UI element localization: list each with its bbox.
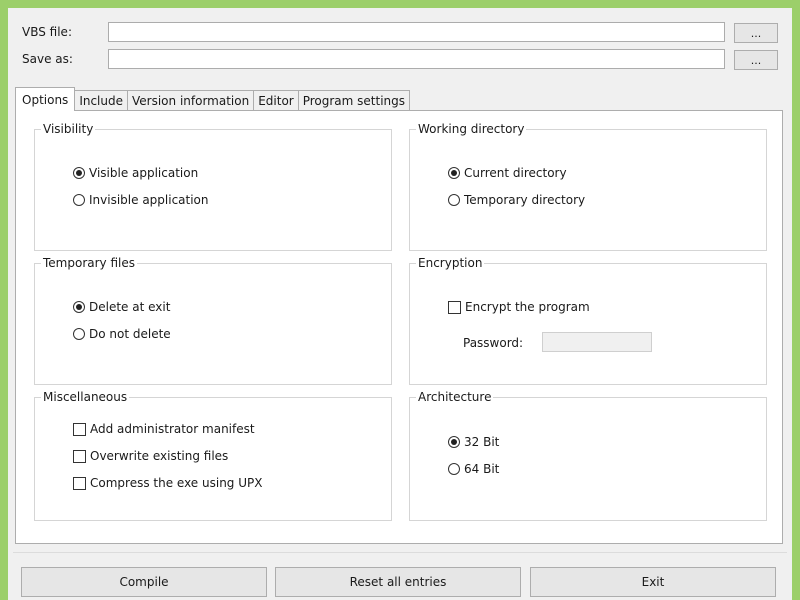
temporary-files-title: Temporary files [41,256,137,270]
radio-unselected-icon [73,328,85,340]
temporary-directory-label: Temporary directory [464,193,586,207]
temporary-files-group: Temporary files Delete at exit Do not de… [34,256,392,385]
architecture-group: Architecture 32 Bit 64 Bit [409,390,767,521]
current-directory-radio[interactable]: Current directory [448,166,567,180]
tab-editor[interactable]: Editor [253,90,299,110]
32-bit-radio[interactable]: 32 Bit [448,435,499,449]
save-as-row: Save as: [22,48,108,70]
vbs-file-label: VBS file: [22,25,72,39]
tab-program-settings[interactable]: Program settings [297,90,411,110]
overwrite-files-checkbox[interactable]: Overwrite existing files [73,449,228,463]
options-panel: Visibility Visible application Invisible… [15,110,783,544]
save-as-label: Save as: [22,52,73,66]
tab-options[interactable]: Options [15,87,76,111]
encryption-group: Encryption Encrypt the program Password: [409,256,767,385]
vbs-file-input[interactable] [108,22,725,42]
checkbox-unchecked-icon [73,476,86,490]
do-not-delete-label: Do not delete [89,327,171,341]
temporary-directory-radio[interactable]: Temporary directory [448,193,585,207]
visible-application-radio[interactable]: Visible application [73,166,198,180]
working-directory-title: Working directory [416,122,527,136]
main-window: VBS file: ... Save as: ... Options Inclu… [8,8,792,600]
encryption-title: Encryption [416,256,485,270]
save-as-browse-button[interactable]: ... [734,50,778,70]
exit-button[interactable]: Exit [530,567,776,597]
visibility-title: Visibility [41,122,96,136]
radio-unselected-icon [448,194,460,206]
encrypt-program-label: Encrypt the program [465,300,590,314]
do-not-delete-radio[interactable]: Do not delete [73,327,171,341]
radio-selected-icon [73,167,85,179]
tab-bar: Options Include Version information Edit… [15,87,411,111]
encrypt-program-checkbox[interactable]: Encrypt the program [448,300,590,314]
current-directory-label: Current directory [464,166,567,180]
vbs-browse-button[interactable]: ... [734,23,778,43]
invisible-application-label: Invisible application [89,193,209,207]
overwrite-files-label: Overwrite existing files [90,449,229,463]
vbs-file-row: VBS file: [22,21,108,43]
64-bit-radio[interactable]: 64 Bit [448,462,499,476]
delete-at-exit-radio[interactable]: Delete at exit [73,300,170,314]
working-directory-group: Working directory Current directory Temp… [409,122,767,251]
admin-manifest-checkbox[interactable]: Add administrator manifest [73,422,255,436]
radio-unselected-icon [73,194,85,206]
radio-selected-icon [448,436,460,448]
reset-all-button[interactable]: Reset all entries [275,567,521,597]
checkbox-unchecked-icon [448,300,461,314]
radio-selected-icon [73,301,85,313]
checkbox-unchecked-icon [73,422,86,436]
tab-include[interactable]: Include [74,90,128,110]
32-bit-label: 32 Bit [464,435,500,449]
tab-version-information[interactable]: Version information [127,90,255,110]
radio-unselected-icon [448,463,460,475]
invisible-application-radio[interactable]: Invisible application [73,193,209,207]
compress-upx-label: Compress the exe using UPX [90,476,263,490]
compile-button[interactable]: Compile [21,567,267,597]
visible-application-label: Visible application [89,166,199,180]
architecture-title: Architecture [416,390,494,404]
radio-selected-icon [448,167,460,179]
miscellaneous-group: Miscellaneous Add administrator manifest… [34,390,392,521]
visibility-group: Visibility Visible application Invisible… [34,122,392,251]
password-label: Password: [463,336,524,350]
checkbox-unchecked-icon [73,449,86,463]
password-input[interactable] [542,332,652,352]
bottom-button-bar: Compile Reset all entries Exit [13,552,787,600]
admin-manifest-label: Add administrator manifest [90,422,255,436]
compress-upx-checkbox[interactable]: Compress the exe using UPX [73,476,262,490]
delete-at-exit-label: Delete at exit [89,300,171,314]
miscellaneous-title: Miscellaneous [41,390,130,404]
save-as-input[interactable] [108,49,725,69]
64-bit-label: 64 Bit [464,462,500,476]
